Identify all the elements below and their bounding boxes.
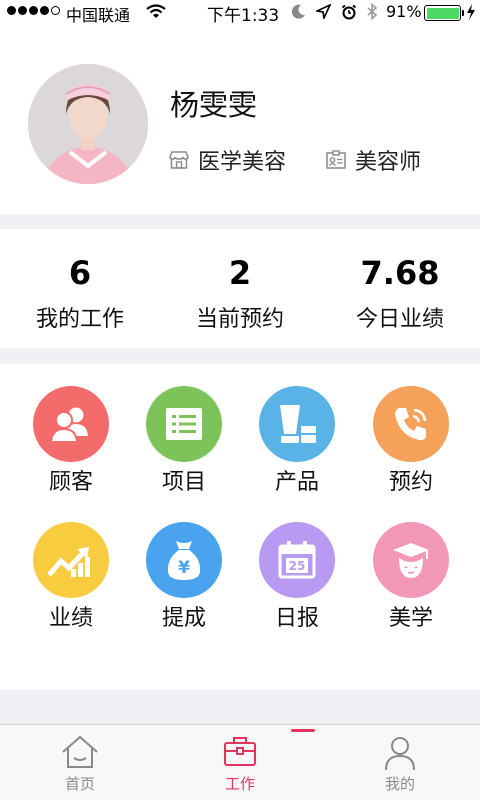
menu-daily-report[interactable]: 25 日报	[242, 522, 352, 632]
stat-value: 6	[68, 254, 92, 292]
role-label: 美容师	[355, 150, 422, 175]
money-bag-icon: ¥	[167, 541, 201, 580]
menu-products[interactable]: 产品	[242, 386, 352, 496]
stat-value: 2	[228, 254, 252, 292]
stat-today-performance[interactable]: 7.68 今日业绩	[320, 229, 480, 348]
calendar-icon: 25	[278, 541, 316, 579]
avatar-image	[28, 64, 148, 184]
menu-customers[interactable]: 顾客	[16, 386, 126, 496]
active-indicator	[291, 729, 315, 732]
customers-circle	[33, 386, 109, 462]
menu-performance[interactable]: 业绩	[16, 522, 126, 632]
performance-circle	[33, 522, 109, 598]
tab-label: 首页	[64, 775, 95, 793]
appointments-circle	[373, 386, 449, 462]
profile-header: 杨雯雯 医学美容 美容师	[0, 24, 480, 214]
customers-icon	[49, 407, 88, 443]
menu-label: 顾客	[48, 470, 93, 495]
carrier-name: 中国联通	[66, 6, 131, 25]
list-icon	[166, 408, 202, 440]
product-icon	[280, 405, 316, 443]
bottom-spacer	[0, 690, 480, 724]
stat-label: 我的工作	[35, 307, 124, 332]
department-tag: 医学美容	[168, 144, 286, 176]
stat-label: 当前预约	[195, 307, 284, 332]
signal-strength-icon	[7, 6, 60, 15]
home-icon	[62, 735, 98, 768]
clock: 下午1:33	[207, 6, 280, 26]
wifi-icon	[146, 4, 166, 18]
menu-label: 提成	[161, 606, 206, 631]
menu-projects[interactable]: 项目	[129, 386, 239, 496]
person-icon	[385, 737, 415, 771]
growth-icon	[47, 547, 90, 577]
phone-icon	[395, 408, 427, 441]
department-label: 医学美容	[198, 150, 287, 175]
tab-work[interactable]: 工作	[160, 725, 320, 800]
id-card-icon	[326, 150, 346, 169]
stat-current-appointments[interactable]: 2 当前预约	[160, 229, 320, 348]
commission-circle: ¥	[146, 522, 222, 598]
briefcase-icon	[224, 737, 256, 766]
status-bar: 中国联通 下午1:33 91%	[0, 0, 480, 26]
menu-label: 日报	[274, 606, 319, 631]
charging-icon	[467, 4, 475, 20]
battery-percent: 91%	[386, 2, 422, 21]
aesthetics-circle	[373, 522, 449, 598]
menu-label: 预约	[388, 470, 433, 495]
tab-label: 我的	[384, 775, 415, 793]
tab-home[interactable]: 首页	[0, 725, 160, 800]
role-tag: 美容师	[325, 144, 421, 176]
alarm-icon	[341, 4, 357, 19]
menu-label: 业绩	[48, 606, 93, 631]
section-divider	[0, 348, 480, 364]
tab-label: 工作	[224, 775, 255, 793]
stat-value: 7.68	[360, 254, 440, 292]
stat-label: 今日业绩	[355, 307, 444, 332]
menu-appointments[interactable]: 预约	[356, 386, 466, 496]
products-circle	[259, 386, 335, 462]
store-icon	[169, 151, 189, 169]
bluetooth-icon	[367, 3, 378, 20]
menu-label: 项目	[161, 470, 206, 495]
menu-label: 美学	[388, 606, 433, 631]
moon-icon	[292, 4, 305, 19]
user-name: 杨雯雯	[170, 88, 258, 122]
menu-aesthetics[interactable]: 美学	[356, 522, 466, 632]
menu-label: 产品	[274, 470, 319, 495]
battery-icon	[424, 5, 464, 21]
graduate-icon	[393, 543, 429, 578]
section-divider	[0, 214, 480, 229]
avatar[interactable]	[28, 64, 148, 184]
tab-mine[interactable]: 我的	[320, 725, 480, 800]
daily-report-circle: 25	[259, 522, 335, 598]
menu-commission[interactable]: ¥ 提成	[129, 522, 239, 632]
location-icon	[316, 4, 331, 19]
stats-row: 6 我的工作 2 当前预约 7.68 今日业绩	[0, 229, 480, 348]
currency-symbol: ¥	[178, 558, 190, 578]
tab-bar: 首页 工作 我的	[0, 724, 480, 800]
calendar-day: 25	[289, 559, 306, 573]
projects-circle	[146, 386, 222, 462]
stat-my-work[interactable]: 6 我的工作	[0, 229, 160, 348]
